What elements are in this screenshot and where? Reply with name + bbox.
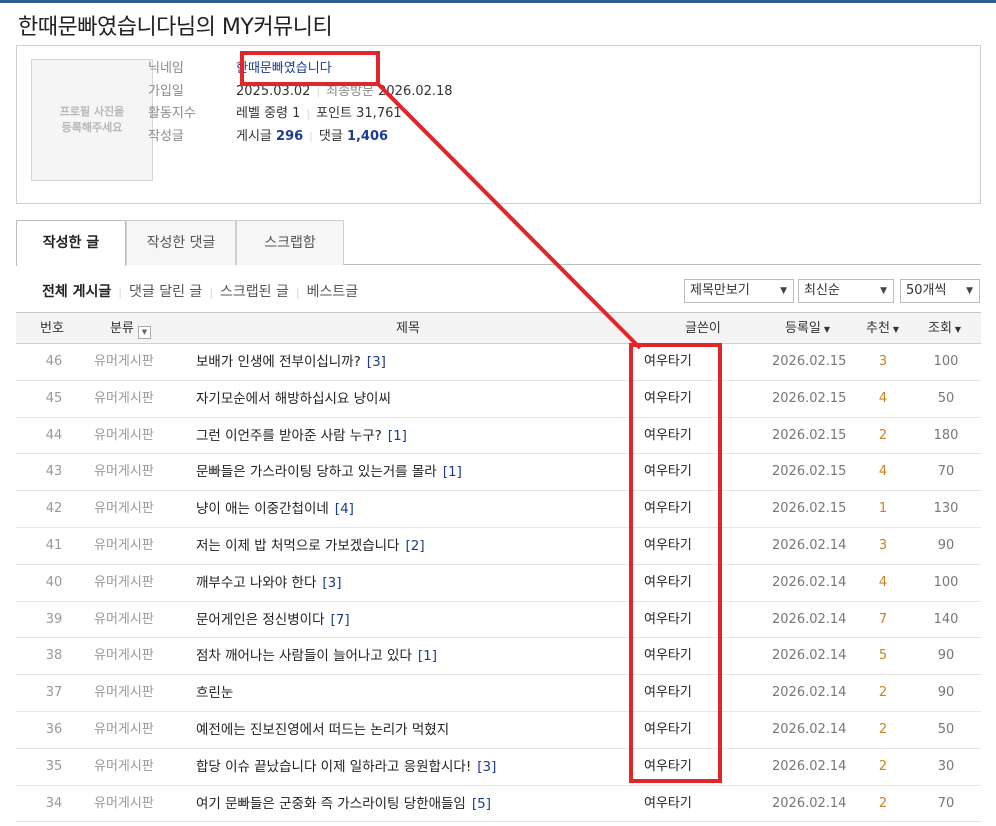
highlight-connector-line [376,82,642,350]
connector-line [376,82,642,350]
